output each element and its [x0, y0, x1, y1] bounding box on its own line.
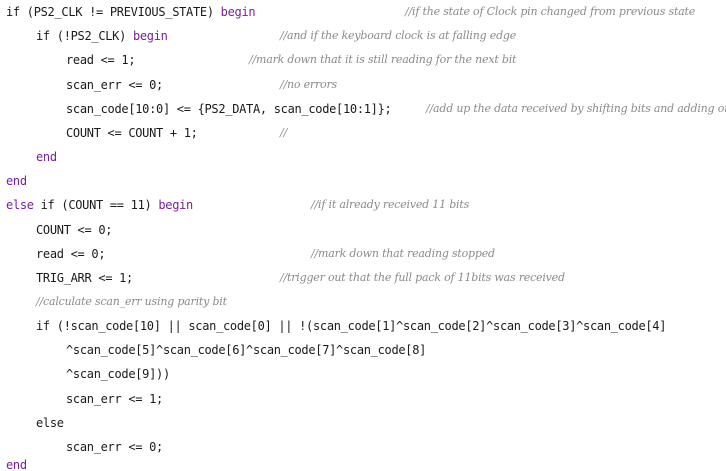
code-comment: //and if the keyboard clock is at fallin…	[280, 29, 517, 42]
code-comment: //	[280, 126, 288, 139]
code-editor[interactable]: if (PS2_CLK != PREVIOUS_STATE) begin //i…	[0, 0, 726, 471]
code-comment: //calculate scan_err using parity bit	[36, 295, 227, 308]
keyword-else: else	[6, 198, 34, 212]
code-text: scan_err <= 1;	[66, 392, 163, 406]
code-line-9[interactable]: else if (COUNT == 11) begin //if it alre…	[0, 193, 726, 217]
code-text: if (!scan_code[10] || scan_code[0] || !(…	[36, 319, 667, 333]
code-segment: if (PS2_CLK != PREVIOUS_STATE)	[6, 5, 221, 19]
code-comment: //add up the data received by shifting b…	[426, 102, 726, 115]
code-line-13[interactable]: //calculate scan_err using parity bit	[0, 290, 726, 314]
keyword-begin: begin	[158, 198, 193, 212]
keyword-end: end	[6, 458, 27, 471]
code-text: ^scan_code[9]))	[66, 367, 170, 381]
code-segment: if (COUNT == 11)	[33, 198, 159, 212]
code-comment: //if it already received 11 bits	[311, 198, 470, 211]
code-line-3[interactable]: read <= 1; //mark down that it is still …	[0, 48, 726, 72]
code-line-14[interactable]: if (!scan_code[10] || scan_code[0] || !(…	[0, 314, 726, 338]
code-line-4[interactable]: scan_err <= 0; //no errors	[0, 73, 726, 97]
code-line-18[interactable]: else	[0, 411, 726, 435]
code-text: read <= 0;	[36, 247, 106, 261]
keyword-end: end	[6, 174, 27, 188]
code-line-17[interactable]: scan_err <= 1;	[0, 387, 726, 411]
code-text: ^scan_code[5]^scan_code[6]^scan_code[7]^…	[66, 343, 427, 357]
code-text: read <= 1;	[66, 53, 136, 67]
code-segment: if (!PS2_CLK)	[36, 29, 133, 43]
code-line-7[interactable]: end	[0, 145, 726, 169]
code-text: scan_err <= 0;	[66, 78, 163, 92]
code-comment: //mark down that it is still reading for…	[249, 53, 517, 66]
code-text: scan_code[10:0] <= {PS2_DATA, scan_code[…	[66, 102, 392, 116]
code-line-8[interactable]: end	[0, 169, 726, 193]
code-line-16[interactable]: ^scan_code[9]))	[0, 362, 726, 386]
code-comment: //no errors	[280, 78, 337, 91]
code-text: TRIG_ARR <= 1;	[36, 271, 133, 285]
code-line-2[interactable]: if (!PS2_CLK) begin //and if the keyboar…	[0, 24, 726, 48]
code-text: else if (COUNT == 11) begin	[6, 195, 193, 215]
code-line-20[interactable]: end	[0, 453, 726, 471]
code-comment: //mark down that reading stopped	[311, 247, 495, 260]
code-line-12[interactable]: TRIG_ARR <= 1; //trigger out that the fu…	[0, 266, 726, 290]
code-line-5[interactable]: scan_code[10:0] <= {PS2_DATA, scan_code[…	[0, 97, 726, 121]
keyword-end: end	[36, 150, 57, 164]
code-text: COUNT <= COUNT + 1;	[66, 126, 198, 140]
code-comment: //if the state of Clock pin changed from…	[405, 5, 696, 18]
code-text: if (!PS2_CLK) begin	[36, 26, 168, 46]
code-line-15[interactable]: ^scan_code[5]^scan_code[6]^scan_code[7]^…	[0, 338, 726, 362]
code-line-10[interactable]: COUNT <= 0;	[0, 218, 726, 242]
code-text: else	[36, 416, 64, 430]
code-text: COUNT <= 0;	[36, 223, 113, 237]
code-line-6[interactable]: COUNT <= COUNT + 1; //	[0, 121, 726, 145]
keyword-begin: begin	[220, 5, 256, 19]
code-text: if (PS2_CLK != PREVIOUS_STATE) begin	[6, 2, 256, 22]
code-line-1[interactable]: if (PS2_CLK != PREVIOUS_STATE) begin //i…	[0, 0, 726, 24]
code-line-11[interactable]: read <= 0; //mark down that reading stop…	[0, 242, 726, 266]
keyword-begin: begin	[132, 29, 168, 43]
code-comment: //trigger out that the full pack of 11bi…	[280, 271, 565, 284]
